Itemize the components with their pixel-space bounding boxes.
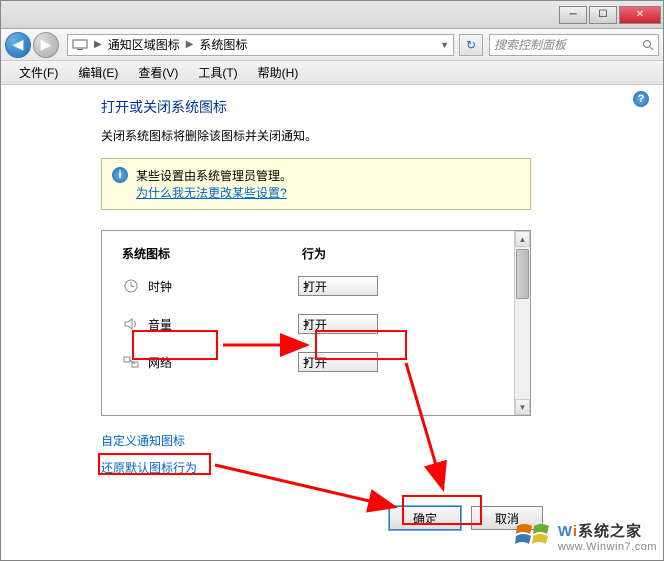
watermark-url: www.Winwin7.com: [558, 541, 657, 553]
select-value: 打开: [303, 316, 327, 333]
watermark-text: W: [558, 523, 573, 540]
settings-panel: 系统图标 行为 时钟 打开 ▼ 音量 打开: [101, 230, 531, 416]
volume-select[interactable]: 打开 ▼: [298, 314, 378, 334]
chevron-right-icon: ▶: [94, 39, 102, 50]
content-area: ? 打开或关闭系统图标 关闭系统图标将删除该图标并关闭通知。 i 某些设置由系统…: [1, 85, 663, 542]
menu-tools[interactable]: 工具(T): [188, 62, 247, 83]
info-text: 某些设置由系统管理员管理。: [136, 167, 292, 184]
info-link[interactable]: 为什么我无法更改某些设置?: [136, 186, 287, 200]
forward-button[interactable]: ▶: [33, 32, 59, 58]
maximize-button[interactable]: ☐: [589, 6, 617, 24]
search-input[interactable]: 搜索控制面板: [489, 34, 659, 56]
scrollbar[interactable]: ▲ ▼: [514, 231, 530, 415]
ok-button[interactable]: 确定: [389, 506, 461, 530]
row-label: 时钟: [148, 278, 298, 295]
watermark-text: 系统之家: [578, 523, 642, 540]
scroll-up-icon[interactable]: ▲: [515, 231, 530, 247]
volume-icon: [122, 316, 140, 332]
minimize-button[interactable]: ─: [559, 6, 587, 24]
network-icon: [122, 354, 140, 370]
navigation-bar: ◀ ▶ ▶ 通知区域图标 ▶ 系统图标 ▼ ↻ 搜索控制面板: [1, 29, 663, 61]
link-customize[interactable]: 自定义通知图标: [101, 432, 185, 449]
menu-file[interactable]: 文件(F): [9, 62, 68, 83]
search-placeholder: 搜索控制面板: [494, 36, 566, 53]
menu-edit[interactable]: 编辑(E): [68, 62, 128, 83]
back-button[interactable]: ◀: [5, 32, 31, 58]
windows-logo-icon: [514, 518, 554, 554]
window-titlebar: ─ ☐ ✕: [1, 1, 663, 29]
page-title: 打开或关闭系统图标: [101, 97, 643, 117]
dropdown-icon[interactable]: ▼: [440, 40, 449, 50]
info-icon: i: [112, 167, 128, 183]
menu-help[interactable]: 帮助(H): [248, 62, 309, 83]
row-clock: 时钟 打开 ▼: [122, 276, 510, 296]
column-header-behavior: 行为: [302, 245, 422, 262]
close-button[interactable]: ✕: [619, 6, 661, 24]
refresh-button[interactable]: ↻: [459, 34, 483, 56]
back-icon: ◀: [13, 36, 24, 53]
clock-select[interactable]: 打开 ▼: [298, 276, 378, 296]
page-description: 关闭系统图标将删除该图标并关闭通知。: [101, 127, 643, 144]
row-label: 音量: [148, 316, 298, 333]
menu-bar: 文件(F) 编辑(E) 查看(V) 工具(T) 帮助(H): [1, 61, 663, 85]
row-label: 网络: [148, 354, 298, 371]
network-select[interactable]: 打开 ▼: [298, 352, 378, 372]
menu-view[interactable]: 查看(V): [128, 62, 188, 83]
watermark: Wi系统之家 www.Winwin7.com: [514, 518, 657, 554]
column-header-icon: 系统图标: [122, 245, 302, 262]
chevron-right-icon: ▶: [186, 39, 194, 50]
row-volume: 音量 打开 ▼: [122, 314, 510, 334]
forward-icon: ▶: [41, 36, 52, 53]
search-icon: [642, 39, 654, 51]
select-value: 打开: [303, 278, 327, 295]
clock-icon: [122, 278, 140, 294]
link-restore[interactable]: 还原默认图标行为: [101, 459, 197, 476]
address-bar[interactable]: ▶ 通知区域图标 ▶ 系统图标 ▼: [67, 34, 454, 56]
select-value: 打开: [303, 354, 327, 371]
row-network: 网络 打开 ▼: [122, 352, 510, 372]
help-icon[interactable]: ?: [633, 91, 649, 107]
breadcrumb-item[interactable]: 通知区域图标: [108, 36, 180, 53]
scroll-thumb[interactable]: [516, 249, 529, 299]
computer-icon: [72, 39, 88, 51]
breadcrumb-item[interactable]: 系统图标: [199, 36, 247, 53]
refresh-icon: ↻: [466, 38, 476, 52]
scroll-down-icon[interactable]: ▼: [515, 399, 530, 415]
admin-info-box: i 某些设置由系统管理员管理。 为什么我无法更改某些设置?: [101, 158, 531, 210]
